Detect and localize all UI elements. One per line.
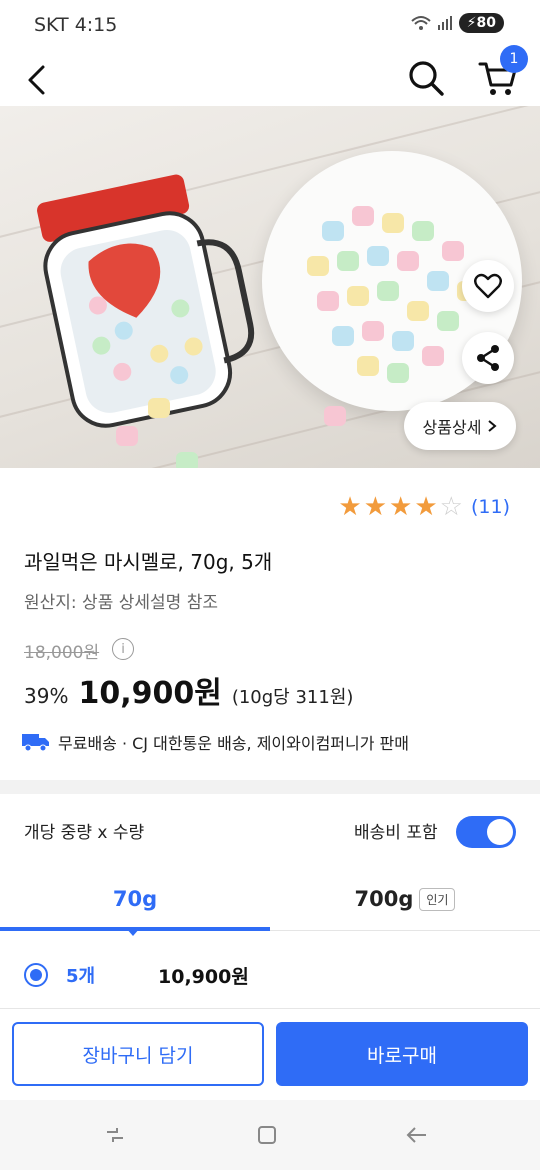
marshmallow bbox=[322, 221, 344, 241]
back-button[interactable] bbox=[18, 58, 54, 102]
marshmallow bbox=[412, 221, 434, 241]
product-origin: 원산지: 상품 상세설명 참조 bbox=[24, 593, 218, 613]
marshmallow bbox=[347, 286, 369, 306]
tab-label: 70g bbox=[112, 887, 158, 911]
marshmallow bbox=[427, 271, 449, 291]
marshmallow bbox=[397, 251, 419, 271]
marshmallow bbox=[442, 241, 464, 261]
recent-apps-icon bbox=[107, 1128, 123, 1142]
product-title: 과일먹은 마시멜로, 70g, 5개 bbox=[24, 550, 273, 574]
radio-selected-dot bbox=[30, 969, 42, 981]
marshmallow bbox=[317, 291, 339, 311]
status-time: SKT 4:15 bbox=[34, 14, 118, 36]
include-shipping-label: 배송비 포함 bbox=[354, 823, 438, 843]
share-icon bbox=[477, 345, 499, 371]
discount-rate: 39% bbox=[24, 684, 69, 708]
status-bar: SKT 4:15 ⚡80 bbox=[0, 0, 540, 52]
tab-label: 700g bbox=[354, 887, 414, 911]
marshmallow bbox=[422, 346, 444, 366]
marshmallow bbox=[407, 301, 429, 321]
bottom-action-bar: 장바구니 담기 바로구매 bbox=[0, 1008, 540, 1101]
back-arrow-icon bbox=[28, 65, 45, 95]
marshmallow bbox=[377, 281, 399, 301]
marshmallow bbox=[352, 206, 374, 226]
home-icon bbox=[258, 1126, 276, 1144]
search-button[interactable] bbox=[404, 56, 448, 100]
shipping-text: 무료배송 · CJ 대한통운 배송, 제이와이컴퍼니가 판매 bbox=[58, 734, 409, 753]
option-row[interactable]: 5개 10,900원 bbox=[24, 950, 524, 1000]
price-row: 39% 10,900원 (10g당 311원) bbox=[24, 668, 353, 712]
shipping-info: 무료배송 · CJ 대한통운 배송, 제이와이컴퍼니가 판매 bbox=[22, 730, 409, 754]
system-back-button[interactable] bbox=[400, 1118, 434, 1152]
signal-icon bbox=[437, 16, 452, 30]
cart-count-badge: 1 bbox=[500, 45, 528, 73]
share-button[interactable] bbox=[462, 332, 514, 384]
rating[interactable]: ★ ★ ★ ★ ☆ (11) bbox=[338, 494, 510, 520]
weight-tabs: 70g 700g 인기 bbox=[0, 868, 540, 936]
marshmallow bbox=[116, 426, 138, 446]
option-quantity: 5개 bbox=[66, 966, 96, 987]
system-nav-bar bbox=[0, 1100, 540, 1170]
marshmallow bbox=[337, 251, 359, 271]
marshmallow bbox=[332, 326, 354, 346]
truck-icon bbox=[22, 734, 49, 752]
marshmallow bbox=[387, 363, 409, 383]
sale-price: 10,900원 bbox=[78, 676, 222, 711]
heart-icon bbox=[474, 273, 502, 299]
toggle-knob bbox=[487, 819, 513, 845]
star-filled-icon: ★ bbox=[338, 492, 362, 522]
star-filled-icon: ★ bbox=[363, 492, 388, 522]
buy-now-button[interactable]: 바로구매 bbox=[276, 1022, 528, 1086]
star-empty-icon: ☆ bbox=[439, 492, 463, 522]
chevron-right-icon bbox=[488, 420, 497, 432]
marshmallow bbox=[357, 356, 379, 376]
marshmallow bbox=[307, 256, 329, 276]
marshmallow bbox=[392, 331, 414, 351]
active-tab-pointer bbox=[126, 928, 140, 936]
star-filled-icon: ★ bbox=[414, 492, 438, 522]
unit-price: (10g당 311원) bbox=[231, 687, 354, 708]
search-icon bbox=[409, 61, 444, 96]
product-detail-label: 상품상세 bbox=[422, 418, 482, 437]
info-icon[interactable]: i bbox=[112, 638, 134, 660]
option-radio[interactable] bbox=[24, 963, 48, 987]
review-count[interactable]: (11) bbox=[471, 496, 510, 518]
marshmallow bbox=[382, 213, 404, 233]
marshmallow bbox=[324, 406, 346, 426]
option-header: 개당 중량 x 수량 bbox=[24, 823, 145, 843]
battery-level: 80 bbox=[476, 15, 496, 31]
home-button[interactable] bbox=[250, 1118, 284, 1152]
marshmallow bbox=[362, 321, 384, 341]
original-price: 18,000원 bbox=[24, 643, 100, 663]
wishlist-button[interactable] bbox=[462, 260, 514, 312]
include-shipping-toggle[interactable] bbox=[456, 816, 516, 848]
battery-indicator: ⚡80 bbox=[458, 13, 504, 33]
marshmallow bbox=[367, 246, 389, 266]
option-price: 10,900원 bbox=[158, 965, 249, 988]
section-divider bbox=[0, 780, 540, 794]
tab-700g[interactable]: 700g 인기 bbox=[270, 868, 540, 930]
popular-badge: 인기 bbox=[419, 887, 456, 911]
status-icons: ⚡80 bbox=[411, 13, 504, 33]
tab-70g[interactable]: 70g bbox=[0, 868, 270, 930]
system-back-icon bbox=[406, 1127, 426, 1143]
marshmallow bbox=[176, 452, 198, 468]
marshmallow bbox=[437, 311, 459, 331]
wifi-icon bbox=[411, 16, 431, 30]
add-to-cart-button[interactable]: 장바구니 담기 bbox=[12, 1022, 264, 1086]
star-filled-icon: ★ bbox=[389, 492, 413, 522]
app-bar bbox=[0, 52, 540, 108]
marshmallow bbox=[148, 398, 170, 418]
product-detail-button[interactable]: 상품상세 bbox=[404, 402, 516, 450]
recent-apps-button[interactable] bbox=[98, 1118, 132, 1152]
